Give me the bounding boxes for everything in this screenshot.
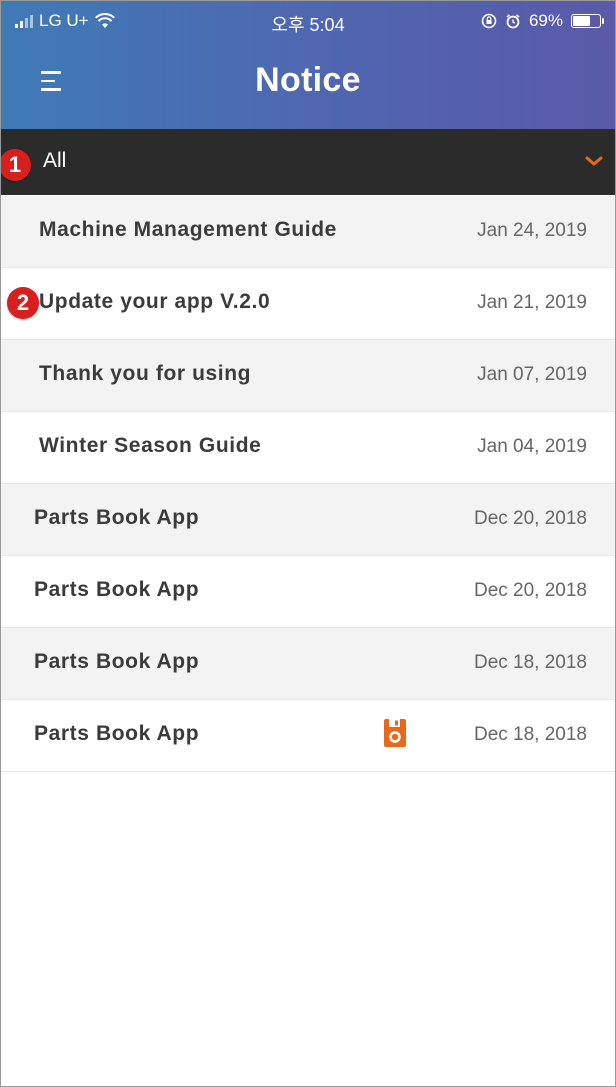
notice-title: Parts Book App	[34, 722, 200, 745]
notice-title: Winter Season Guide	[39, 434, 262, 457]
notice-row[interactable]: Winter Season Guide Jan 04, 2019	[1, 412, 615, 484]
status-right: 69%	[481, 11, 604, 31]
battery-percent: 69%	[528, 11, 563, 30]
notice-date: Jan 04, 2019	[477, 436, 587, 457]
notice-row[interactable]: Parts Book App Dec 18, 2018	[1, 628, 615, 700]
category-filter-dropdown[interactable]: All	[1, 129, 615, 195]
notice-row[interactable]: Machine Management Guide Jan 24, 2019	[1, 196, 615, 268]
notice-date: Jan 24, 2019	[477, 220, 587, 241]
notice-date: Dec 18, 2018	[473, 724, 587, 745]
notice-date: Dec 20, 2018	[473, 508, 587, 529]
annotation-badge: 2	[7, 287, 39, 319]
annotation-badge: 1	[1, 149, 31, 181]
notice-date: Dec 18, 2018	[473, 652, 587, 673]
alarm-icon	[506, 14, 520, 29]
notice-date: Dec 20, 2018	[473, 580, 587, 601]
notice-title: Parts Book App	[34, 506, 200, 529]
notice-date: Jan 21, 2019	[477, 292, 587, 313]
notice-row[interactable]: Thank you for using Jan 07, 2019	[1, 340, 615, 412]
notice-list: Machine Management Guide Jan 24, 2019 Up…	[1, 196, 615, 772]
notice-row[interactable]: Parts Book App Dec 20, 2018	[1, 556, 615, 628]
notice-row[interactable]: Parts Book App Dec 18, 2018	[1, 700, 615, 772]
notice-date: Jan 07, 2019	[477, 364, 587, 385]
notice-title: Parts Book App	[34, 650, 200, 673]
save-file-icon[interactable]	[384, 719, 406, 747]
page-title: Notice	[255, 61, 361, 99]
filter-selected-label: All	[43, 149, 67, 172]
chevron-down-icon	[585, 156, 603, 166]
app-header: LG U+ 오후 5:04 69% Notice	[1, 1, 615, 129]
battery-icon	[571, 14, 604, 28]
rotation-lock-icon	[481, 13, 497, 29]
notice-title: Machine Management Guide	[39, 218, 337, 241]
notice-title: Thank you for using	[39, 362, 252, 385]
notice-row[interactable]: Parts Book App Dec 20, 2018	[1, 484, 615, 556]
app-screen: LG U+ 오후 5:04 69% Notice All Machine Man…	[0, 0, 616, 1087]
notice-title: Parts Book App	[34, 578, 200, 601]
notice-row[interactable]: Update your app V.2.0 Jan 21, 2019	[1, 268, 615, 340]
status-bar: LG U+ 오후 5:04 69%	[1, 1, 615, 43]
notice-title: Update your app V.2.0	[39, 290, 271, 313]
